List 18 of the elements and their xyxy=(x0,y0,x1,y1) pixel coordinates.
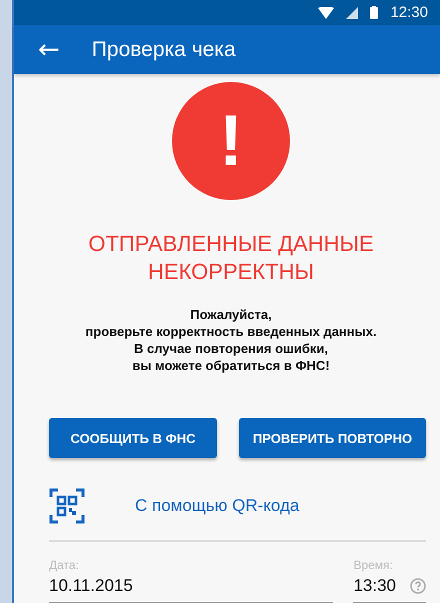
error-message: Пожалуйста, проверьте корректность введенных данных. В случае повторения ошибки, вы можете обратиться в ФНС! xyxy=(85,306,377,374)
action-button[interactable]: ПРОВЕРИТЬ ПОВТОРНО xyxy=(239,418,426,458)
field-label: Время: xyxy=(353,558,394,572)
error-icon: ! xyxy=(172,82,290,200)
action-button[interactable]: СООБЩИТЬ В ФНС xyxy=(49,418,217,458)
back-button[interactable]: ← xyxy=(34,34,64,65)
input-field[interactable]: 13:30 xyxy=(353,576,396,596)
field-label: Дата: xyxy=(49,558,80,572)
battery-icon xyxy=(370,6,378,20)
input-field[interactable]: 10.11.2015 xyxy=(49,576,133,596)
wifi-icon xyxy=(318,6,334,19)
screen-title: Проверка чека xyxy=(92,38,236,62)
qr-code-icon xyxy=(49,488,85,524)
signal-icon xyxy=(346,6,358,19)
status-time: 12:30 xyxy=(390,4,428,22)
error-title: ОТПРАВЛЕННЫЕ ДАННЫЕ НЕКОРРЕКТНЫ xyxy=(87,230,375,286)
help-icon[interactable] xyxy=(410,578,426,594)
qr-code-link[interactable]: С помощью QR-кода xyxy=(135,496,300,516)
